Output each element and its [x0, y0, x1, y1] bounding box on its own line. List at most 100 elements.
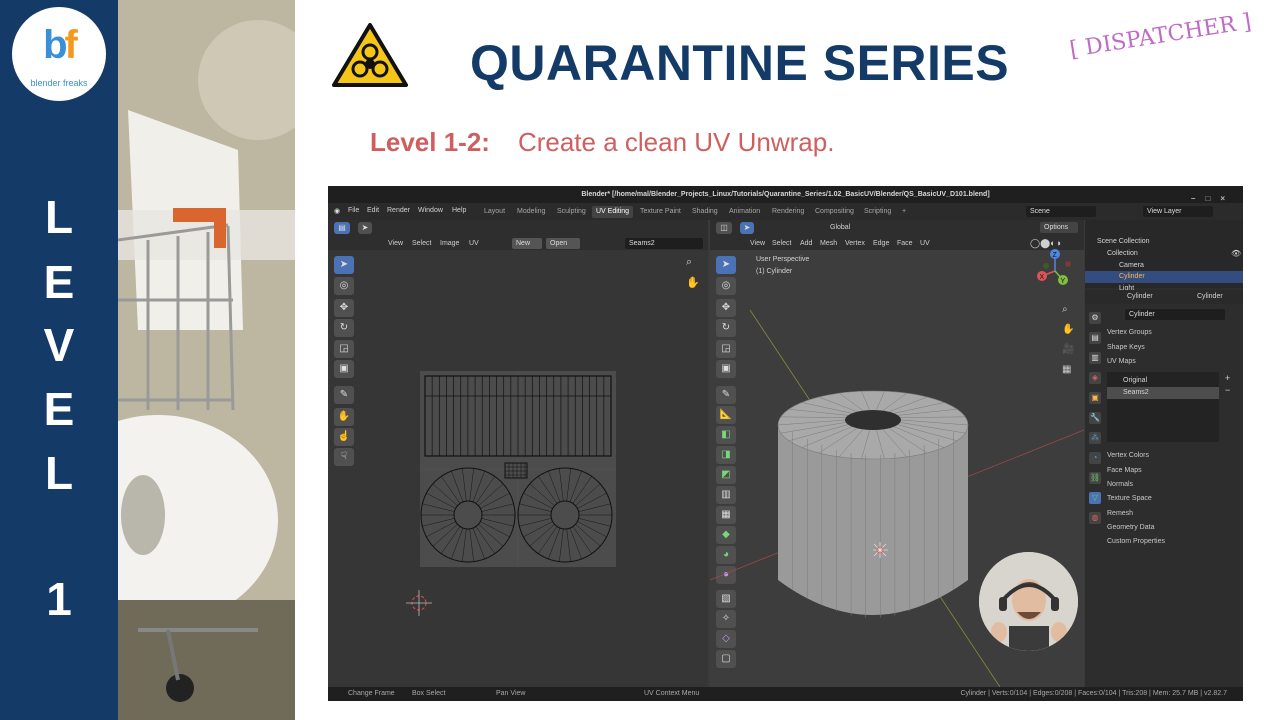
tab-uv-editing[interactable]: UV Editing: [592, 206, 634, 218]
modifier-tab-icon[interactable]: 🔧: [1089, 412, 1101, 424]
scale-tool[interactable]: ◲: [334, 340, 354, 358]
vp-menu-vertex[interactable]: Vertex: [845, 238, 865, 249]
remove-uv-map-button[interactable]: −: [1225, 384, 1230, 396]
scene-tab-icon[interactable]: ◈: [1089, 372, 1101, 384]
status-change-frame: Change Frame: [348, 690, 395, 697]
properties-header: Cylinder Cylinder: [1085, 290, 1243, 304]
uv-editor[interactable]: ▤ ➤ View Select Image UV New Open Seams2…: [328, 220, 708, 687]
2d-cursor-icon[interactable]: [406, 590, 432, 616]
uv-map-seams2[interactable]: Seams2: [1123, 387, 1149, 399]
section-remesh[interactable]: Remesh: [1107, 508, 1133, 520]
tab-sculpting[interactable]: Sculpting: [553, 206, 590, 218]
menu-render[interactable]: Render: [387, 207, 410, 214]
uv-menu-uv[interactable]: UV: [469, 238, 479, 249]
section-custom-properties[interactable]: Custom Properties: [1107, 536, 1165, 548]
blender-logo-icon[interactable]: ◉: [334, 207, 340, 215]
editor-type-icon[interactable]: ◫: [716, 222, 732, 234]
tab-animation[interactable]: Animation: [725, 206, 764, 218]
uv-menu-select[interactable]: Select: [412, 238, 431, 249]
mesh-data-tab-icon[interactable]: ▽: [1089, 492, 1101, 504]
move-tool[interactable]: ✥: [334, 299, 354, 317]
top-menubar: ◉ File Edit Render Window Help Layout Mo…: [328, 203, 1243, 220]
tab-shading[interactable]: Shading: [688, 206, 722, 218]
menu-file[interactable]: File: [348, 207, 359, 214]
select-tool[interactable]: ➤: [334, 256, 354, 274]
rotate-tool[interactable]: ↻: [334, 319, 354, 337]
zoom-icon[interactable]: ⌕: [686, 256, 692, 269]
particles-tab-icon[interactable]: ⁂: [1089, 432, 1101, 444]
outliner: Scene Collection Collection Camera Cylin…: [1085, 220, 1243, 292]
tab-scripting[interactable]: Scripting: [860, 206, 895, 218]
annotate-tool[interactable]: ✎: [334, 386, 354, 404]
physics-tab-icon[interactable]: ◔: [1089, 452, 1101, 464]
mesh-name-field[interactable]: Cylinder: [1125, 309, 1225, 320]
vp-menu-select[interactable]: Select: [772, 238, 791, 249]
tab-rendering[interactable]: Rendering: [768, 206, 808, 218]
add-uv-map-button[interactable]: +: [1225, 372, 1230, 384]
output-tab-icon[interactable]: ▥: [1089, 352, 1101, 364]
transform-orientation[interactable]: Global: [830, 222, 850, 233]
new-image-button[interactable]: New: [512, 238, 542, 249]
options-dropdown[interactable]: Options: [1040, 222, 1078, 233]
status-uv-context-menu: UV Context Menu: [644, 690, 700, 697]
menu-help[interactable]: Help: [452, 207, 466, 214]
vp-menu-mesh[interactable]: Mesh: [820, 238, 837, 249]
uv-mode-icon[interactable]: ▤: [334, 222, 350, 234]
object-tab-icon[interactable]: ▣: [1089, 392, 1101, 404]
level-label: Level 1-2:: [370, 127, 490, 157]
grab-tool[interactable]: ✋: [334, 408, 354, 426]
window-title: Blender* [/home/mal/Blender_Projects_Lin…: [581, 191, 990, 198]
tab-layout[interactable]: Layout: [480, 206, 509, 218]
level-subtitle: Level 1-2: Create a clean UV Unwrap.: [370, 127, 834, 158]
section-vertex-colors[interactable]: Vertex Colors: [1107, 450, 1149, 462]
section-vertex-groups[interactable]: Vertex Groups: [1107, 327, 1152, 339]
tab-compositing[interactable]: Compositing: [811, 206, 858, 218]
logo-caption: blender freaks: [30, 78, 88, 88]
section-normals[interactable]: Normals: [1107, 479, 1133, 491]
tab-modeling[interactable]: Modeling: [513, 206, 549, 218]
outliner-root[interactable]: Scene Collection: [1097, 236, 1150, 248]
open-image-button[interactable]: Open: [546, 238, 580, 249]
select-cursor-icon[interactable]: ➤: [740, 222, 754, 234]
uv-map-original[interactable]: Original: [1123, 375, 1147, 387]
pan-hand-icon[interactable]: ✋: [686, 276, 700, 289]
section-geometry-data[interactable]: Geometry Data: [1107, 522, 1154, 534]
tab-texture-paint[interactable]: Texture Paint: [636, 206, 685, 218]
vp-menu-uv[interactable]: UV: [920, 238, 930, 249]
vp-menu-edge[interactable]: Edge: [873, 238, 889, 249]
select-cursor-icon[interactable]: ➤: [358, 222, 372, 234]
tool-tab-icon[interactable]: ⚙: [1089, 312, 1101, 324]
scene-selector[interactable]: Scene: [1026, 206, 1096, 217]
visibility-eye-icon[interactable]: 👁: [1231, 248, 1241, 260]
section-shape-keys[interactable]: Shape Keys: [1107, 342, 1145, 354]
uv-menu-view[interactable]: View: [388, 238, 403, 249]
render-tab-icon[interactable]: ▤: [1089, 332, 1101, 344]
menu-edit[interactable]: Edit: [367, 207, 379, 214]
section-uv-maps[interactable]: UV Maps: [1107, 356, 1136, 368]
relax-tool[interactable]: ☝: [334, 428, 354, 446]
vp-menu-face[interactable]: Face: [897, 238, 913, 249]
section-texture-space[interactable]: Texture Space: [1107, 493, 1152, 505]
vp-menu-view[interactable]: View: [750, 238, 765, 249]
cursor-tool[interactable]: ◎: [334, 277, 354, 295]
vp-menu-add[interactable]: Add: [800, 238, 812, 249]
pinch-tool[interactable]: ☟: [334, 448, 354, 466]
level-letter: E: [43, 383, 75, 435]
uv-layout[interactable]: [420, 371, 616, 567]
photo-illustration: [118, 0, 295, 720]
uv-menu-image[interactable]: Image: [440, 238, 459, 249]
outliner-item-cylinder[interactable]: Cylinder: [1119, 271, 1145, 283]
uv-maps-list[interactable]: Original Seams2: [1107, 372, 1219, 442]
outliner-item-collection[interactable]: Collection: [1107, 248, 1138, 260]
material-tab-icon[interactable]: ◍: [1089, 512, 1101, 524]
level-letter: L: [44, 191, 74, 243]
toilet-paper-photo: [118, 0, 295, 720]
constraints-tab-icon[interactable]: ⛓: [1089, 472, 1101, 484]
menu-window[interactable]: Window: [418, 207, 443, 214]
uv-map-field[interactable]: Seams2: [625, 238, 703, 249]
brand-logo: bf blender freaks: [12, 7, 106, 101]
transform-tool[interactable]: ▣: [334, 360, 354, 378]
add-workspace-button[interactable]: +: [898, 206, 910, 218]
view-layer-selector[interactable]: View Layer: [1143, 206, 1213, 217]
section-face-maps[interactable]: Face Maps: [1107, 465, 1142, 477]
